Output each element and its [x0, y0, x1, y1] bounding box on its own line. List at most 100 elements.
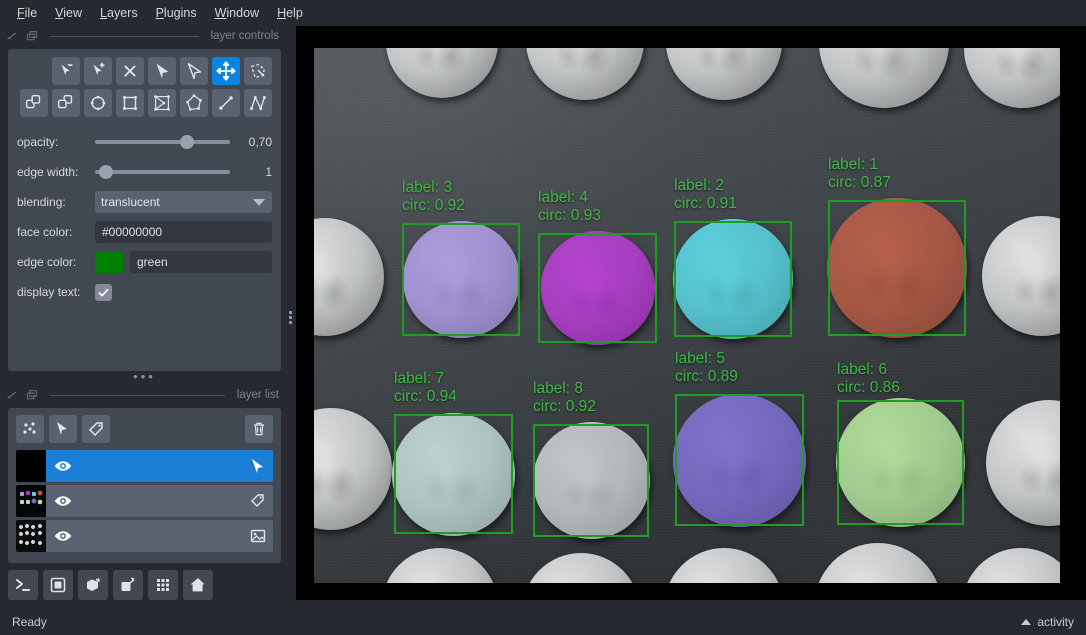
- display-text-row: display text:: [17, 281, 272, 303]
- float-dock-icon[interactable]: [6, 389, 19, 402]
- select-minus-button[interactable]: [52, 57, 80, 85]
- layer-list-toolbar: [16, 415, 273, 443]
- face-color-row: face color: #00000000: [17, 221, 272, 243]
- menu-item-file[interactable]: File: [8, 2, 46, 24]
- delete-layer-button[interactable]: [245, 415, 273, 443]
- bounding-box[interactable]: [674, 221, 792, 337]
- move-front-icon: [57, 94, 73, 109]
- transform-button[interactable]: [244, 57, 272, 85]
- menu-bar: File View Layers Plugins Window Help: [0, 0, 1086, 26]
- layer-visibility-toggle[interactable]: [46, 491, 80, 511]
- bounding-box[interactable]: [533, 424, 649, 537]
- transpose-dims-button[interactable]: [113, 570, 143, 600]
- console-button[interactable]: [8, 570, 38, 600]
- grid-icon: [157, 579, 169, 591]
- bounding-box-label: label: 3 circ: 0.92: [402, 179, 465, 214]
- blending-select[interactable]: translucent: [95, 191, 272, 213]
- shape-tools-row-1: [17, 57, 272, 85]
- new-labels-layer-button[interactable]: [82, 415, 110, 443]
- path-button[interactable]: [244, 89, 272, 117]
- layer-visibility-toggle[interactable]: [46, 526, 80, 546]
- path-icon: [250, 95, 266, 111]
- bounding-box[interactable]: [828, 200, 966, 336]
- activity-button[interactable]: activity: [1021, 615, 1074, 629]
- new-shapes-layer-button[interactable]: [49, 415, 77, 443]
- face-color-value: #00000000: [102, 225, 163, 239]
- float-dock-icon[interactable]: [6, 30, 19, 43]
- polygon-lasso-button[interactable]: [148, 89, 176, 117]
- bounding-box[interactable]: [675, 394, 804, 526]
- chevron-up-icon: [1021, 619, 1032, 625]
- bounding-box-label: label: 8 circ: 0.92: [533, 380, 596, 415]
- pan-zoom-icon: [216, 61, 236, 81]
- bounding-box-label: label: 5 circ: 0.89: [675, 350, 738, 385]
- select-filled-button[interactable]: [148, 57, 176, 85]
- image-type-icon: [250, 529, 266, 543]
- status-message: Ready: [12, 615, 47, 629]
- layer-row[interactable]: [16, 450, 273, 482]
- edge-color-value: green: [137, 255, 168, 269]
- reset-view-button[interactable]: [183, 570, 213, 600]
- move-back-button[interactable]: [20, 89, 48, 117]
- dock-splitter[interactable]: [286, 26, 294, 609]
- select-outline-button[interactable]: [180, 57, 208, 85]
- shape-tools-row-2: [17, 89, 272, 117]
- face-color-input[interactable]: #00000000: [95, 221, 272, 243]
- polygon-icon: [186, 94, 202, 111]
- ndisplay-toggle-button[interactable]: [43, 570, 73, 600]
- polygon-lasso-icon: [154, 95, 170, 111]
- layer-row[interactable]: [16, 485, 273, 517]
- edge-color-swatch[interactable]: [95, 251, 123, 273]
- layer-visibility-toggle[interactable]: [46, 456, 80, 476]
- layer-row[interactable]: [16, 520, 273, 552]
- delete-shape-icon: [124, 65, 136, 77]
- menu-item-plugins[interactable]: Plugins: [147, 2, 206, 24]
- bounding-box[interactable]: [394, 414, 513, 534]
- bounding-box-label: label: 2 circ: 0.91: [674, 177, 737, 212]
- opacity-value: 0,70: [248, 135, 272, 149]
- opacity-label: opacity:: [17, 135, 59, 149]
- labels-tag-icon: [88, 422, 103, 437]
- edge-width-slider[interactable]: [95, 164, 230, 180]
- bounding-box-label: label: 7 circ: 0.94: [394, 370, 457, 405]
- header-rule: [50, 35, 199, 37]
- opacity-row: opacity: 0,70: [17, 131, 272, 153]
- edge-color-input[interactable]: green: [130, 251, 272, 273]
- bounding-box-label: label: 6 circ: 0.86: [837, 361, 900, 396]
- delete-shape-button[interactable]: [116, 57, 144, 85]
- move-front-button[interactable]: [52, 89, 80, 117]
- new-points-layer-button[interactable]: [16, 415, 44, 443]
- bounding-box[interactable]: [402, 223, 520, 336]
- layer-list-header: layer list: [0, 385, 289, 405]
- edge-width-value: 1: [265, 165, 272, 179]
- close-dock-icon[interactable]: [25, 389, 38, 402]
- face-color-label: face color:: [17, 225, 73, 239]
- panel-resize-grip[interactable]: •••: [0, 370, 289, 385]
- pan-zoom-button[interactable]: [212, 57, 240, 85]
- ellipse-icon: [90, 95, 106, 111]
- terminal-icon: [16, 579, 30, 591]
- close-dock-icon[interactable]: [25, 30, 38, 43]
- cube-roll-icon: [87, 578, 100, 591]
- display-text-label: display text:: [17, 285, 81, 299]
- bounding-box[interactable]: [837, 400, 964, 525]
- opacity-slider[interactable]: [95, 134, 230, 150]
- display-text-checkbox[interactable]: [95, 283, 112, 301]
- viewer-canvas[interactable]: label: 3 circ: 0.92 label: 4 circ: 0.93 la…: [296, 26, 1086, 600]
- layer-type-icon-wrap: [243, 491, 273, 511]
- menu-item-view[interactable]: View: [46, 2, 91, 24]
- menu-item-help[interactable]: Help: [268, 2, 312, 24]
- menu-item-window[interactable]: Window: [206, 2, 268, 24]
- transform-icon: [250, 63, 266, 79]
- grid-view-button[interactable]: [148, 570, 178, 600]
- menu-item-layers[interactable]: Layers: [91, 2, 147, 24]
- select-plus-button[interactable]: [84, 57, 112, 85]
- move-back-icon: [25, 94, 41, 109]
- polygon-button[interactable]: [180, 89, 208, 117]
- ellipse-button[interactable]: [84, 89, 112, 117]
- rectangle-button[interactable]: [116, 89, 144, 117]
- roll-dims-button[interactable]: [78, 570, 108, 600]
- layer-controls-header: layer controls: [0, 26, 289, 46]
- line-button[interactable]: [212, 89, 240, 117]
- bounding-box[interactable]: [538, 233, 657, 343]
